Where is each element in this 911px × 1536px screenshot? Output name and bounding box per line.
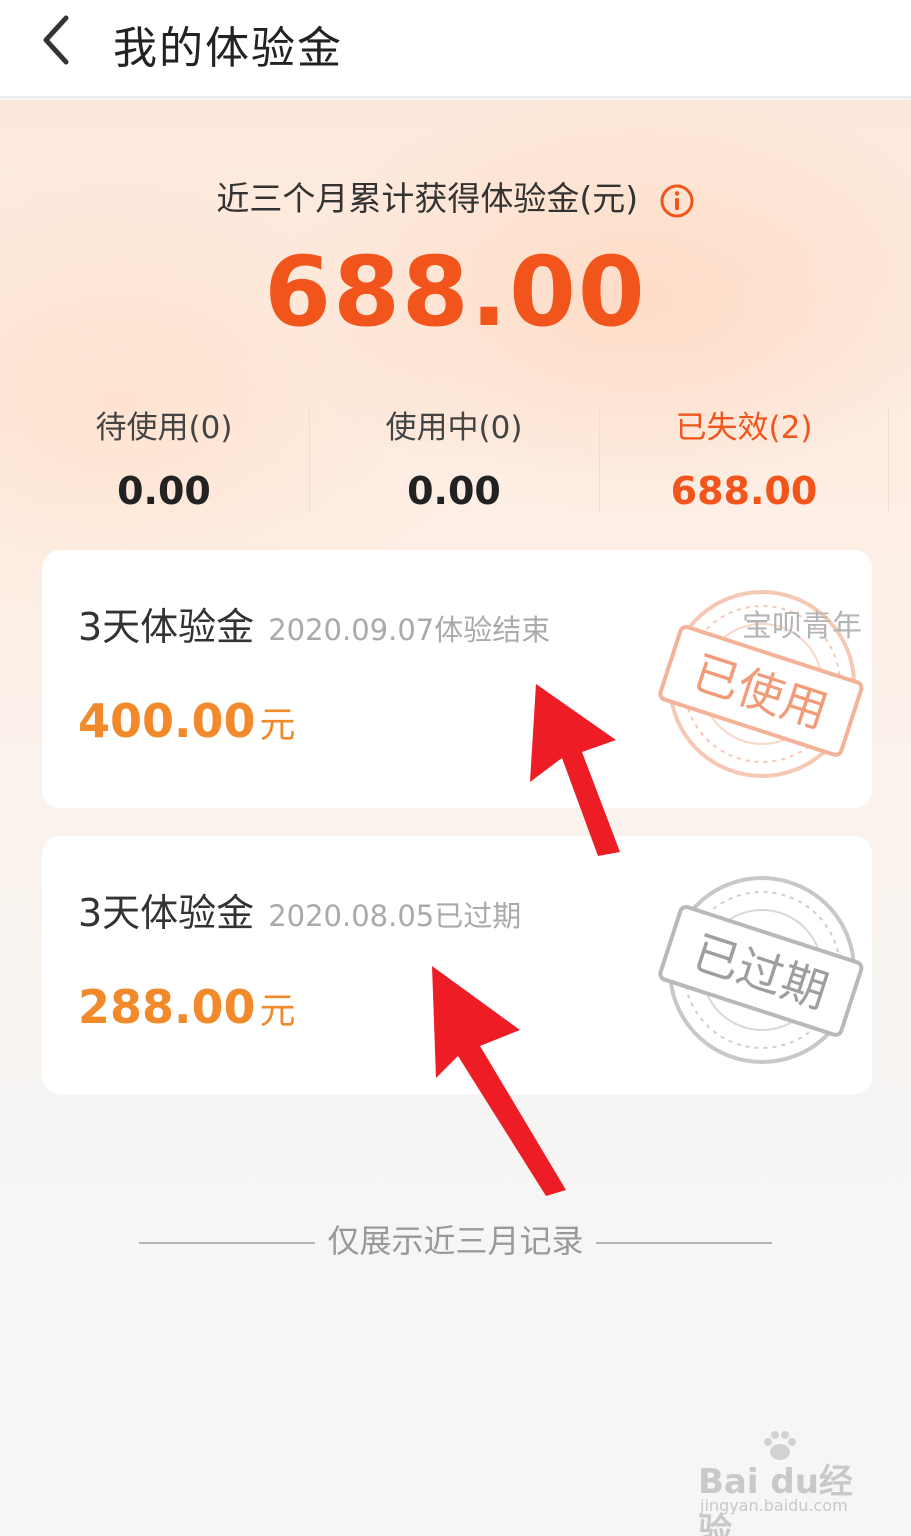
card-title-text: 3天体验金: [78, 891, 255, 935]
expired-stamp-icon: 已过期: [658, 876, 864, 1064]
divider-line: [139, 1242, 316, 1244]
stat-label: 已失效(2): [675, 410, 813, 446]
stat-value: 0.00: [117, 469, 211, 513]
stat-label: 使用中(0): [385, 410, 523, 446]
watermark-text: Bai du经验: [698, 1462, 853, 1536]
trial-fund-card-expired[interactable]: 3天体验金 2020.08.05已过期 288.00 元 已过期: [42, 836, 872, 1094]
stat-value: 688.00: [670, 469, 818, 513]
stat-value: 0.00: [407, 469, 501, 513]
summary-label-text: 近三个月累计获得体验金(元): [216, 179, 639, 218]
info-icon[interactable]: [659, 183, 695, 219]
card-amount-value: 400.00: [78, 694, 256, 748]
card-amount: 288.00 元: [78, 980, 296, 1034]
stamp-brand: 宝呗青年: [742, 609, 862, 644]
stat-pending[interactable]: 待使用(0) 0.00: [19, 402, 309, 513]
chevron-left-icon[interactable]: [28, 8, 88, 68]
card-title: 3天体验金 2020.08.05已过期: [78, 882, 521, 937]
card-amount-unit: 元: [259, 991, 296, 1032]
card-amount-unit: 元: [259, 705, 296, 746]
trial-fund-card-used[interactable]: 3天体验金 2020.09.07体验结束 400.00 元 宝呗青年 已使用: [42, 550, 872, 808]
used-stamp-icon: 宝呗青年 已使用: [658, 590, 864, 778]
footer-note-text: 仅展示近三月记录: [327, 1222, 584, 1260]
summary-amount: 688.00: [264, 236, 647, 348]
summary-label: 近三个月累计获得体验金(元): [0, 172, 911, 220]
navbar: 我的体验金: [0, 0, 911, 98]
card-amount-value: 288.00: [78, 980, 256, 1034]
stat-in-use[interactable]: 使用中(0) 0.00: [309, 402, 599, 513]
stat-divider: [888, 408, 889, 512]
page-title: 我的体验金: [113, 23, 343, 74]
footer-note: 仅展示近三月记录: [0, 1216, 911, 1262]
divider-line: [595, 1242, 772, 1244]
card-date: 2020.09.07体验结束: [268, 613, 551, 647]
baidu-watermark: Bai du经验 jingyan.baidu.com: [698, 1428, 878, 1536]
stat-expired[interactable]: 已失效(2) 688.00: [599, 402, 889, 513]
card-title: 3天体验金 2020.09.07体验结束: [78, 596, 550, 651]
card-amount: 400.00 元: [78, 694, 296, 748]
stat-label: 待使用(0): [95, 410, 233, 446]
card-date: 2020.08.05已过期: [268, 899, 522, 933]
watermark-url: jingyan.baidu.com: [700, 1496, 848, 1515]
card-title-text: 3天体验金: [78, 605, 255, 649]
